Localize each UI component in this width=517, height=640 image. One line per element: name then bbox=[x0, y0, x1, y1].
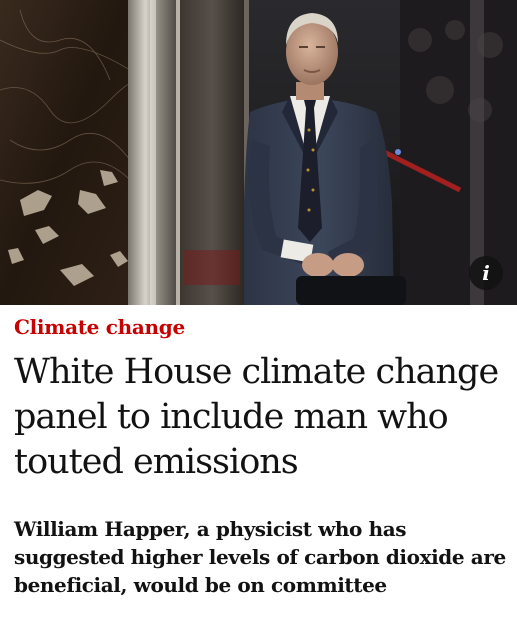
article-header: Climate change White House climate chang… bbox=[14, 305, 509, 599]
info-icon[interactable]: i bbox=[469, 256, 503, 290]
article-standfirst: William Happer, a physicist who has sugg… bbox=[14, 517, 506, 597]
article-headline: White House climate change panel to incl… bbox=[14, 352, 499, 482]
hero-photo-illustration bbox=[0, 0, 517, 305]
hero-photo: i bbox=[0, 0, 517, 305]
section-kicker[interactable]: Climate change bbox=[14, 305, 509, 340]
